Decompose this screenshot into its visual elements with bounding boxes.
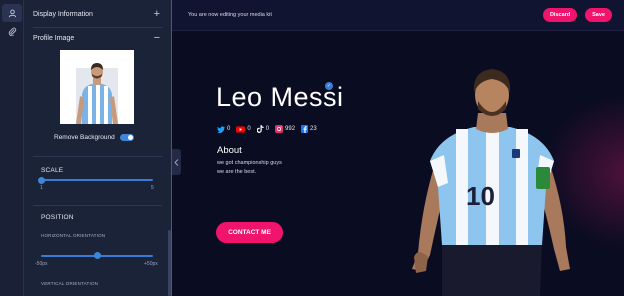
instagram-icon (275, 125, 284, 133)
icon-rail (0, 0, 24, 296)
remove-background-row: Remove Background (54, 134, 134, 141)
tiktok-count: 0 (265, 126, 270, 132)
horizontal-min-label: -50px (35, 261, 48, 267)
about-text-line: we got championship guys (217, 160, 282, 166)
twitter-stat[interactable]: 0 (217, 125, 231, 133)
scale-max-label: 5 (151, 185, 154, 191)
user-icon (8, 9, 16, 17)
settings-panel: Display Information + Profile Image − Re… (24, 0, 171, 296)
scale-slider-thumb[interactable] (37, 176, 45, 184)
facebook-icon (301, 125, 309, 133)
remove-background-toggle[interactable] (119, 134, 134, 141)
twitter-count: 0 (227, 126, 231, 132)
profile-image-label: Profile Image (33, 34, 75, 42)
facebook-stat[interactable]: 23 (301, 125, 317, 133)
collapse-panel-button[interactable] (172, 149, 181, 175)
tiktok-icon (256, 125, 264, 133)
tiktok-stat[interactable]: 0 (256, 125, 270, 133)
jersey-number: 10 (466, 181, 495, 211)
instagram-stat[interactable]: 992 (275, 125, 295, 133)
position-label: POSITION (41, 214, 74, 221)
top-bar: You are now editing your media kit Disca… (172, 0, 624, 31)
horizontal-slider-thumb[interactable] (93, 251, 101, 259)
profile-image-header[interactable]: Profile Image − (24, 25, 171, 51)
profile-tab-button[interactable] (2, 4, 22, 22)
social-stats: 0 0 0 992 23 (217, 125, 317, 133)
profile-image (60, 50, 134, 124)
contact-me-button[interactable]: CONTACT ME (216, 222, 283, 243)
paperclip-icon (8, 27, 16, 36)
divider (33, 156, 162, 157)
horizontal-orientation-label: HORIZONTAL ORIENTATION (41, 233, 106, 238)
about-text-line: we are the best. (217, 169, 257, 175)
scale-label: SCALE (41, 167, 64, 174)
links-tab-button[interactable] (2, 22, 22, 40)
media-kit-editor: Display Information + Profile Image − Re… (0, 0, 624, 296)
scale-slider-track[interactable] (41, 179, 153, 181)
youtube-icon (236, 125, 246, 133)
player-cutout-image: 10 (412, 69, 570, 296)
twitter-icon (217, 125, 225, 133)
youtube-stat[interactable]: 0 (236, 125, 251, 133)
scale-min-label: 1 (40, 185, 43, 191)
media-kit-preview: Leo Messi ✓ 0 0 0 992 23 About we got ch… (172, 32, 624, 296)
instagram-count: 992 (285, 126, 296, 132)
remove-background-label: Remove Background (54, 134, 115, 141)
profile-image-preview[interactable] (60, 50, 134, 124)
plus-icon[interactable]: + (154, 8, 160, 20)
verified-badge-icon: ✓ (325, 82, 333, 90)
minus-icon[interactable]: − (154, 32, 160, 44)
save-button[interactable]: Save (585, 8, 612, 22)
facebook-count: 23 (310, 126, 317, 132)
divider (33, 205, 162, 206)
display-information-label: Display Information (33, 10, 93, 18)
horizontal-max-label: +50px (144, 261, 158, 267)
display-information-header[interactable]: Display Information + (24, 1, 171, 27)
vertical-orientation-label: VERTICAL ORIENTATION (41, 281, 99, 286)
youtube-count: 0 (247, 126, 251, 132)
editing-status-text: You are now editing your media kit (188, 12, 272, 18)
about-heading: About (217, 145, 242, 156)
chevron-left-icon (174, 158, 179, 166)
discard-button[interactable]: Discard (542, 8, 578, 22)
